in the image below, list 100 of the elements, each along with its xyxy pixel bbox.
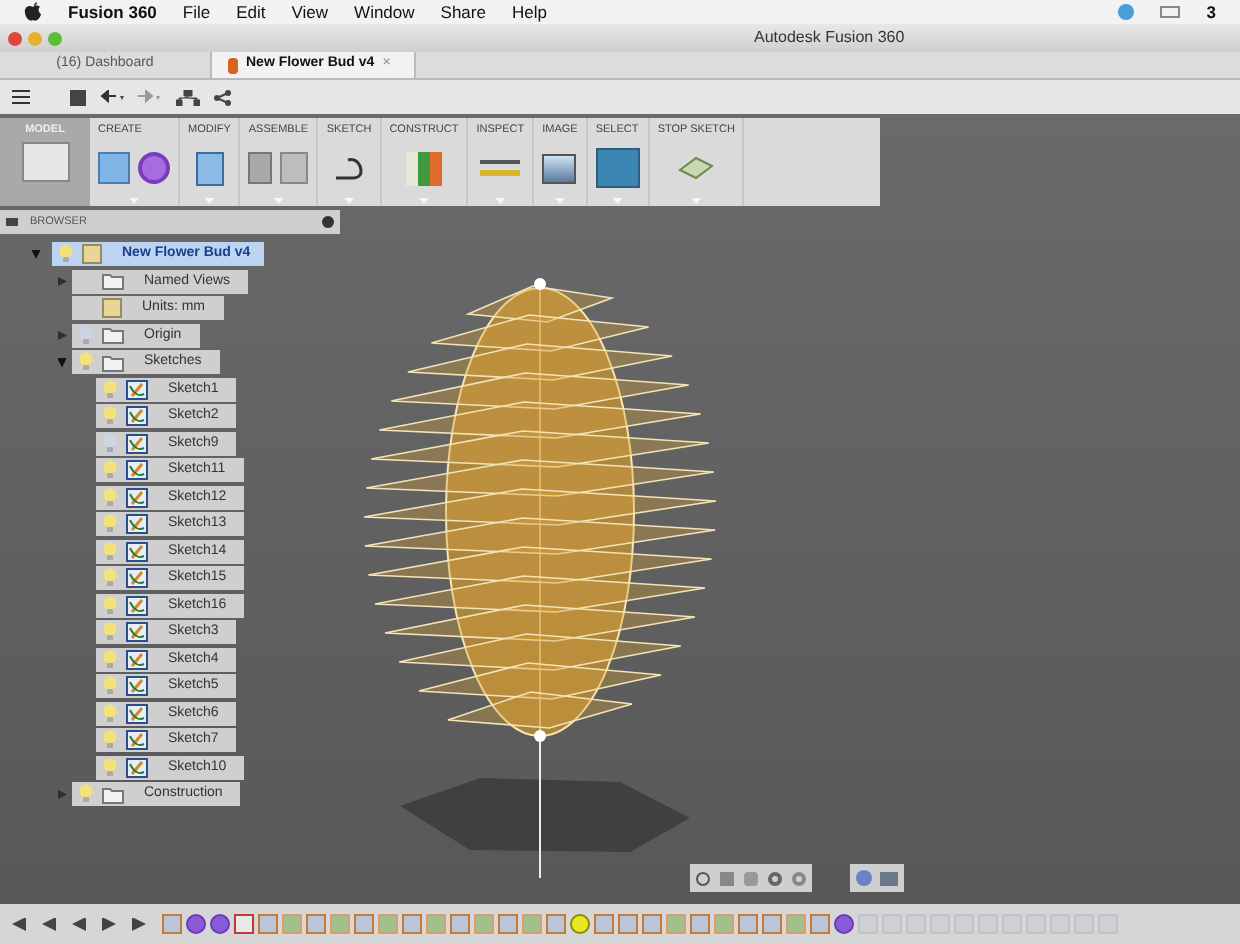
plane-feature-icon[interactable] bbox=[666, 914, 686, 934]
sketch-feature-icon[interactable] bbox=[594, 914, 614, 934]
menu-item[interactable]: Window bbox=[354, 0, 415, 25]
dropdown-caret-icon[interactable] bbox=[554, 198, 565, 204]
sketch-feature-icon[interactable] bbox=[618, 914, 638, 934]
document-icon bbox=[102, 298, 122, 319]
lightbulb-icon[interactable] bbox=[102, 379, 118, 400]
dropdown-caret-icon[interactable] bbox=[418, 198, 429, 204]
lightbulb-icon[interactable] bbox=[102, 649, 118, 670]
dropdown-caret-icon[interactable] bbox=[129, 198, 139, 204]
folder-icon bbox=[102, 785, 124, 804]
menu-item[interactable]: Share bbox=[440, 0, 486, 25]
sketch-icon bbox=[126, 514, 148, 535]
sketch-icon bbox=[126, 649, 148, 670]
skip-end-icon[interactable] bbox=[132, 917, 146, 931]
sketch-feature-icon[interactable] bbox=[738, 914, 758, 934]
lightbulb-icon[interactable] bbox=[102, 487, 118, 508]
sketch-icon bbox=[126, 730, 148, 751]
sketch-icon bbox=[126, 379, 148, 400]
folder-icon bbox=[102, 353, 124, 372]
plane-feature-icon[interactable] bbox=[570, 914, 590, 934]
point-feature-icon[interactable] bbox=[210, 914, 230, 934]
apple-logo-icon[interactable] bbox=[24, 2, 42, 22]
lightbulb-icon[interactable] bbox=[58, 244, 74, 264]
sketch-icon bbox=[126, 676, 148, 697]
lightbulb-icon[interactable] bbox=[102, 568, 118, 589]
window-title: Autodesk Fusion 360 bbox=[754, 26, 905, 50]
point-feature-icon[interactable] bbox=[834, 914, 854, 934]
menu-icon[interactable] bbox=[12, 90, 30, 104]
plane-feature-icon[interactable] bbox=[426, 914, 446, 934]
lightbulb-icon[interactable] bbox=[102, 676, 118, 697]
adobe-badge[interactable]: 3 bbox=[1206, 0, 1216, 25]
lightbulb-icon[interactable] bbox=[102, 622, 118, 643]
lightbulb-icon[interactable] bbox=[102, 514, 118, 535]
undo-icon[interactable] bbox=[100, 90, 124, 104]
step-back-icon[interactable] bbox=[42, 917, 56, 931]
fusion-logo-icon bbox=[228, 57, 238, 73]
dropdown-caret-icon[interactable] bbox=[691, 198, 702, 204]
sketch-icon bbox=[126, 406, 148, 427]
plane-feature-icon[interactable] bbox=[474, 914, 494, 934]
lightbulb-icon[interactable] bbox=[78, 325, 94, 346]
lightbulb-icon[interactable] bbox=[102, 757, 118, 778]
lightbulb-icon[interactable] bbox=[102, 460, 118, 481]
sketch-icon bbox=[126, 568, 148, 589]
sketch-feature-icon[interactable] bbox=[762, 914, 782, 934]
sketch-feature-icon[interactable] bbox=[498, 914, 518, 934]
app-name[interactable]: Fusion 360 bbox=[68, 0, 157, 25]
document-icon bbox=[82, 244, 102, 264]
dropdown-caret-icon[interactable] bbox=[344, 198, 355, 204]
sketch-grid-icon bbox=[678, 154, 715, 183]
dropdown-caret-icon[interactable] bbox=[204, 198, 215, 204]
lightbulb-icon[interactable] bbox=[102, 541, 118, 562]
lightbulb-icon[interactable] bbox=[102, 433, 118, 454]
lightbulb-icon[interactable] bbox=[78, 352, 94, 373]
point-feature-icon[interactable] bbox=[186, 914, 206, 934]
skip-start-icon[interactable] bbox=[12, 917, 26, 931]
sketch-icon bbox=[126, 622, 148, 643]
sketch-feature-icon[interactable] bbox=[690, 914, 710, 934]
extrude-feature-icon[interactable] bbox=[234, 914, 254, 934]
plane-feature-icon[interactable] bbox=[330, 914, 350, 934]
lightbulb-icon[interactable] bbox=[78, 784, 94, 805]
sketch-feature-icon[interactable] bbox=[546, 914, 566, 934]
sketch-feature-icon[interactable] bbox=[642, 914, 662, 934]
plane-feature-icon[interactable] bbox=[786, 914, 806, 934]
plane-feature-icon[interactable] bbox=[378, 914, 398, 934]
plane-feature-icon[interactable] bbox=[522, 914, 542, 934]
play-icon[interactable] bbox=[102, 917, 116, 931]
sketch-feature-icon[interactable] bbox=[354, 914, 374, 934]
sketch-icon bbox=[126, 487, 148, 508]
sketch-icon bbox=[126, 703, 148, 724]
plane-feature-icon[interactable] bbox=[714, 914, 734, 934]
lightbulb-icon[interactable] bbox=[102, 730, 118, 751]
sketch-icon bbox=[126, 595, 148, 616]
play-back-icon[interactable] bbox=[72, 917, 86, 931]
sketch-icon bbox=[126, 757, 148, 778]
folder-icon bbox=[102, 272, 124, 291]
close-icon[interactable] bbox=[8, 31, 22, 45]
measure-icon bbox=[480, 160, 521, 177]
dropdown-caret-icon[interactable] bbox=[495, 198, 506, 204]
sketch-feature-icon[interactable] bbox=[306, 914, 326, 934]
lightbulb-icon[interactable] bbox=[102, 703, 118, 724]
redo-icon[interactable] bbox=[138, 90, 162, 104]
menu-item[interactable]: File bbox=[182, 0, 211, 25]
plane-feature-icon[interactable] bbox=[282, 914, 302, 934]
lightbulb-icon[interactable] bbox=[102, 595, 118, 616]
dropdown-caret-icon[interactable] bbox=[612, 198, 623, 204]
sketch-feature-icon[interactable] bbox=[258, 914, 278, 934]
menu-item[interactable]: View bbox=[291, 0, 329, 25]
sketch-icon bbox=[126, 433, 148, 454]
hierarchy-icon[interactable] bbox=[176, 89, 200, 105]
lightbulb-icon[interactable] bbox=[102, 406, 118, 427]
sketch-feature-icon[interactable] bbox=[402, 914, 422, 934]
minimize-icon[interactable] bbox=[28, 31, 42, 45]
battery-icon[interactable] bbox=[1160, 6, 1181, 18]
menu-item[interactable]: Edit bbox=[236, 0, 266, 25]
dropdown-caret-icon[interactable] bbox=[273, 198, 284, 204]
sketch-feature-icon[interactable] bbox=[450, 914, 470, 934]
sketch-icon bbox=[126, 460, 148, 481]
folder-icon bbox=[102, 326, 124, 345]
menu-item[interactable]: Help bbox=[511, 0, 547, 25]
